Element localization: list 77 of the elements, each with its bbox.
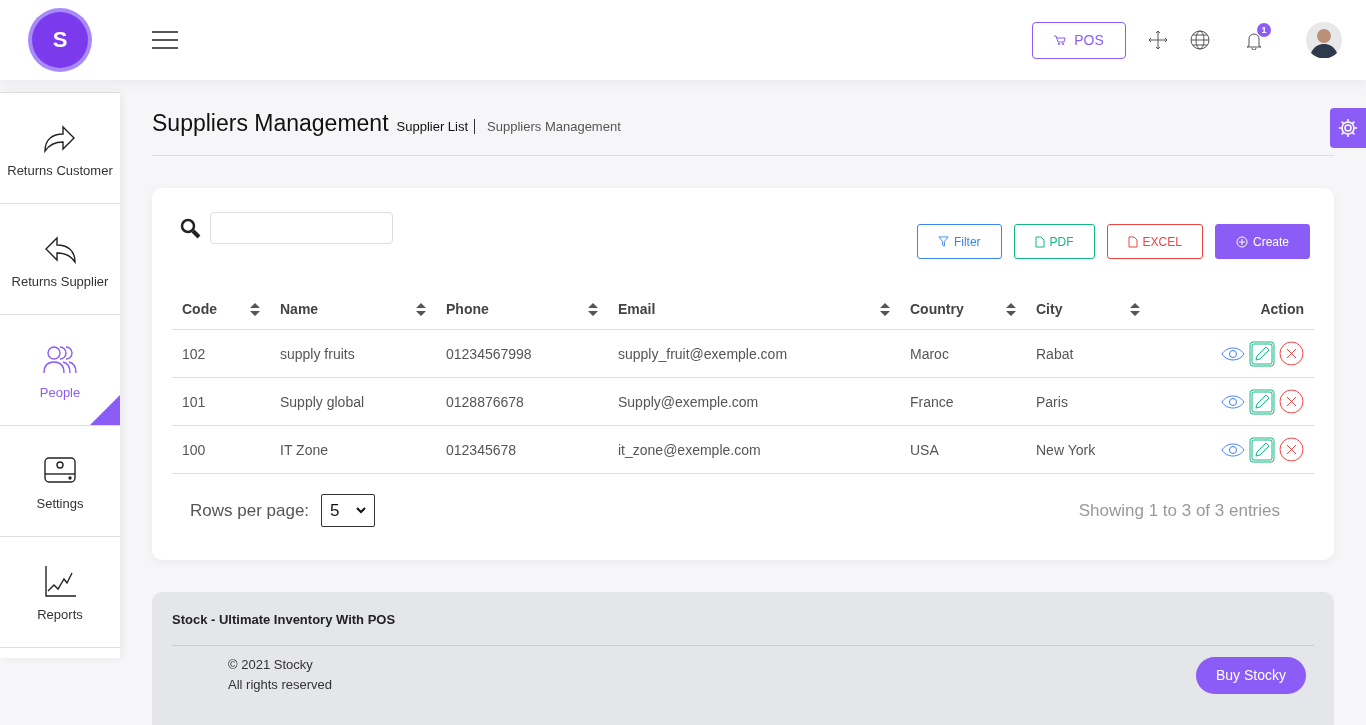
sort-icon[interactable]: [1006, 302, 1016, 316]
delete-icon[interactable]: [1279, 389, 1304, 414]
file-icon: [1034, 235, 1045, 248]
breadcrumb-link[interactable]: Supplier List: [396, 119, 476, 134]
view-icon[interactable]: [1221, 442, 1245, 457]
table-cell: 0128876678: [436, 378, 608, 426]
edit-icon[interactable]: [1249, 388, 1275, 415]
footer-title: Stock - Ultimate Inventory With POS: [172, 612, 1314, 646]
menu-icon[interactable]: [152, 31, 178, 49]
excel-button[interactable]: EXCEL: [1106, 224, 1203, 259]
entries-summary: Showing 1 to 3 of 3 entries: [1078, 500, 1280, 521]
column-header[interactable]: Country: [900, 289, 1026, 330]
table-cell: 101: [172, 378, 270, 426]
edit-icon[interactable]: [1249, 436, 1275, 463]
table-cell: it_zone@exemple.com: [608, 426, 900, 474]
search-icon: [180, 218, 202, 240]
table-cell: Supply global: [270, 378, 436, 426]
logo[interactable]: S: [32, 12, 88, 68]
sort-icon[interactable]: [880, 302, 890, 316]
column-header[interactable]: Code: [172, 289, 270, 330]
edit-icon[interactable]: [1249, 340, 1275, 367]
filter-button[interactable]: Filter: [916, 224, 1002, 259]
table-cell: Maroc: [900, 330, 1026, 378]
sidebar-item[interactable]: Settings: [0, 426, 120, 537]
sidebar-item[interactable]: Returns Supplier: [0, 204, 120, 315]
table-cell: supply fruits: [270, 330, 436, 378]
sidebar-item[interactable]: Returns Customer: [0, 93, 120, 204]
sort-icon[interactable]: [416, 302, 426, 316]
column-header[interactable]: Phone: [436, 289, 608, 330]
breadcrumb-link[interactable]: Suppliers Management: [483, 119, 621, 134]
table-cell: USA: [900, 426, 1026, 474]
rows-per-page-select[interactable]: 5: [321, 494, 376, 527]
globe-icon[interactable]: [1190, 30, 1210, 50]
column-header[interactable]: Name: [270, 289, 436, 330]
filter-icon: [937, 236, 949, 247]
file-icon: [1127, 235, 1138, 248]
rights-text: All rights reserved: [228, 676, 333, 694]
table-cell: 100: [172, 426, 270, 474]
table-cell: New York: [1026, 426, 1150, 474]
plus-circle-icon: [1235, 235, 1248, 248]
table-cell: 01234567998: [436, 330, 608, 378]
view-icon[interactable]: [1221, 394, 1245, 409]
create-button[interactable]: Create: [1214, 224, 1310, 259]
delete-icon[interactable]: [1279, 437, 1304, 462]
table-cell: Rabat: [1026, 330, 1150, 378]
sidebar-item[interactable]: Reports: [0, 537, 120, 648]
column-header[interactable]: Email: [608, 289, 900, 330]
table-cell: Paris: [1026, 378, 1150, 426]
column-header: Action: [1150, 289, 1314, 330]
fullscreen-icon[interactable]: [1148, 30, 1168, 50]
bell-icon[interactable]: [1246, 30, 1262, 50]
table-cell: France: [900, 378, 1026, 426]
copyright-text: © 2021 Stocky: [228, 656, 314, 674]
table-cell: supply_fruit@exemple.com: [608, 330, 900, 378]
view-icon[interactable]: [1221, 346, 1245, 361]
buy-button[interactable]: Buy Stocky: [1196, 656, 1306, 694]
delete-icon[interactable]: [1279, 341, 1304, 366]
sort-icon[interactable]: [1130, 302, 1140, 316]
table-cell: 012345678: [436, 426, 608, 474]
notification-badge: 1: [1257, 22, 1271, 37]
sort-icon[interactable]: [250, 302, 260, 316]
settings-icon: [1338, 118, 1358, 138]
table-cell: Supply@exemple.com: [608, 378, 900, 426]
avatar[interactable]: [1306, 22, 1342, 58]
table-cell: IT Zone: [270, 426, 436, 474]
sidebar-item[interactable]: People: [0, 315, 120, 426]
settings-tab[interactable]: [1330, 108, 1366, 148]
table-cell: 102: [172, 330, 270, 378]
selected-corner-marker: [90, 395, 120, 425]
pos-button[interactable]: POS: [1032, 21, 1126, 59]
cart-icon: [1054, 35, 1067, 45]
sort-icon[interactable]: [588, 302, 598, 316]
rows-per-page-label: Rows per page:: [190, 500, 310, 521]
page-title: Suppliers Management: [152, 110, 389, 137]
column-header[interactable]: City: [1026, 289, 1150, 330]
chevron-down-icon: [356, 507, 367, 514]
search-field[interactable]: [210, 212, 393, 244]
